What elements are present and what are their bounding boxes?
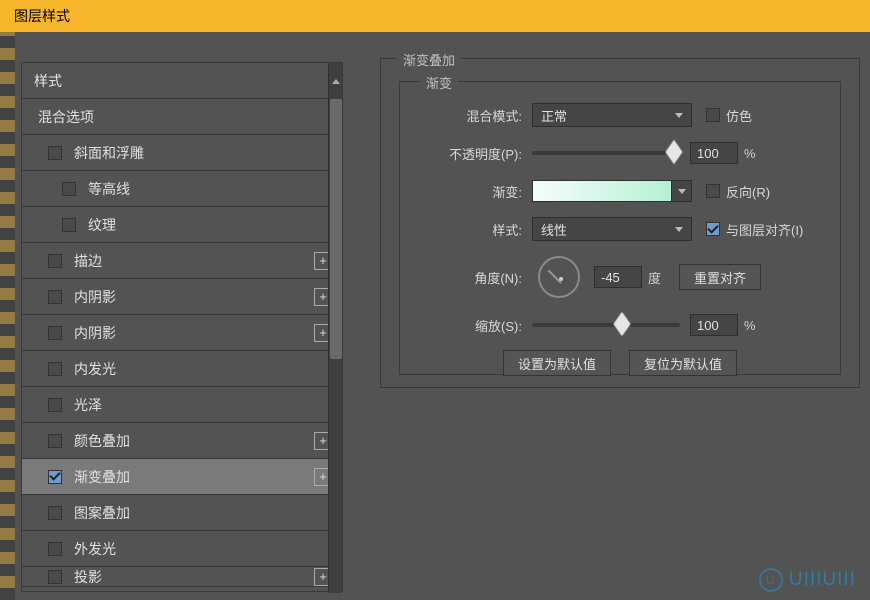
sidebar-item-label: 内阴影 — [74, 287, 116, 307]
sidebar-item-label: 混合选项 — [38, 107, 94, 127]
angle-label: 角度(N): — [414, 268, 522, 287]
sidebar-checkbox[interactable] — [48, 398, 62, 412]
opacity-input[interactable]: 100 — [690, 142, 738, 164]
sidebar-checkbox[interactable] — [48, 254, 62, 268]
percent-icon: % — [744, 318, 756, 333]
window-title: 图层样式 — [14, 6, 70, 26]
sidebar-item-11[interactable]: 图案叠加 — [22, 495, 342, 531]
sidebar-scrollbar[interactable] — [328, 99, 342, 593]
scale-input[interactable]: 100 — [690, 314, 738, 336]
sidebar-item-label: 外发光 — [74, 539, 116, 559]
gradient-label: 渐变: — [414, 182, 522, 201]
sidebar-item-5[interactable]: 内阴影+ — [22, 279, 342, 315]
blend-mode-select[interactable]: 正常 — [532, 103, 692, 127]
gradient-overlay-panel: 渐变叠加 渐变 混合模式: 正常 仿色 不透明度(P): 100 % 渐变: — [380, 58, 860, 388]
set-default-button[interactable]: 设置为默认值 — [503, 350, 611, 376]
sidebar-item-label: 纹理 — [88, 215, 116, 235]
sidebar-item-label: 内发光 — [74, 359, 116, 379]
panel-inner-title: 渐变 — [420, 73, 458, 92]
sidebar-item-13[interactable]: 投影+ — [22, 567, 342, 587]
sidebar-header[interactable]: 样式 — [22, 63, 342, 99]
style-select[interactable]: 线性 — [532, 217, 692, 241]
sidebar-item-0[interactable]: 混合选项 — [22, 99, 342, 135]
sidebar-checkbox[interactable] — [62, 182, 76, 196]
sidebar-item-4[interactable]: 描边+ — [22, 243, 342, 279]
sidebar-item-1[interactable]: 斜面和浮雕 — [22, 135, 342, 171]
sidebar-checkbox[interactable] — [48, 362, 62, 376]
dither-checkbox[interactable] — [706, 108, 720, 122]
sidebar-item-label: 等高线 — [88, 179, 130, 199]
sidebar-item-2[interactable]: 等高线 — [22, 171, 342, 207]
styles-sidebar: 样式 混合选项斜面和浮雕等高线纹理描边+内阴影+内阴影+内发光光泽颜色叠加+渐变… — [21, 62, 343, 592]
sidebar-item-label: 图案叠加 — [74, 503, 130, 523]
sidebar-item-6[interactable]: 内阴影+ — [22, 315, 342, 351]
sidebar-item-label: 内阴影 — [74, 323, 116, 343]
sidebar-item-label: 光泽 — [74, 395, 102, 415]
sidebar-item-10[interactable]: 渐变叠加+ — [22, 459, 342, 495]
reverse-label: 反向(R) — [726, 182, 770, 201]
style-label: 样式: — [414, 220, 522, 239]
title-bar: 图层样式 — [0, 0, 870, 32]
watermark-logo: UUIIIUIII — [759, 568, 856, 592]
panel-group-title: 渐变叠加 — [397, 50, 461, 69]
sidebar-item-7[interactable]: 内发光 — [22, 351, 342, 387]
sidebar-scroll-thumb[interactable] — [330, 99, 342, 359]
sidebar-checkbox[interactable] — [62, 218, 76, 232]
sidebar-checkbox[interactable] — [48, 570, 62, 584]
gradient-dropdown-icon[interactable] — [672, 180, 692, 202]
sidebar-header-label: 样式 — [34, 71, 62, 91]
align-label: 与图层对齐(I) — [726, 220, 803, 239]
sidebar-checkbox[interactable] — [48, 506, 62, 520]
sidebar-item-label: 投影 — [74, 567, 102, 587]
reverse-checkbox[interactable] — [706, 184, 720, 198]
sidebar-checkbox[interactable] — [48, 542, 62, 556]
sidebar-checkbox[interactable] — [48, 434, 62, 448]
reset-default-button[interactable]: 复位为默认值 — [629, 350, 737, 376]
sidebar-item-label: 描边 — [74, 251, 102, 271]
sidebar-checkbox[interactable] — [48, 326, 62, 340]
sidebar-item-label: 斜面和浮雕 — [74, 143, 144, 163]
angle-input[interactable]: -45 — [594, 266, 642, 288]
gradient-preview[interactable] — [532, 180, 672, 202]
sidebar-checkbox[interactable] — [48, 470, 62, 484]
angle-unit: 度 — [648, 268, 661, 287]
align-checkbox[interactable] — [706, 222, 720, 236]
sidebar-item-3[interactable]: 纹理 — [22, 207, 342, 243]
sidebar-item-8[interactable]: 光泽 — [22, 387, 342, 423]
sidebar-item-9[interactable]: 颜色叠加+ — [22, 423, 342, 459]
sidebar-item-12[interactable]: 外发光 — [22, 531, 342, 567]
opacity-knob[interactable] — [665, 139, 684, 166]
percent-icon: % — [744, 146, 756, 161]
scale-slider[interactable] — [532, 323, 680, 327]
dither-label: 仿色 — [726, 106, 752, 125]
sidebar-item-label: 渐变叠加 — [74, 467, 130, 487]
sidebar-checkbox[interactable] — [48, 146, 62, 160]
sidebar-checkbox[interactable] — [48, 290, 62, 304]
scale-knob[interactable] — [613, 311, 632, 338]
blend-mode-label: 混合模式: — [414, 106, 522, 125]
opacity-slider[interactable] — [532, 151, 680, 155]
reset-align-button[interactable]: 重置对齐 — [679, 264, 761, 290]
angle-dial[interactable] — [538, 256, 580, 298]
sidebar-item-label: 颜色叠加 — [74, 431, 130, 451]
opacity-label: 不透明度(P): — [414, 144, 522, 163]
sidebar-scroll-up-icon[interactable] — [328, 63, 342, 99]
scale-label: 缩放(S): — [414, 316, 522, 335]
